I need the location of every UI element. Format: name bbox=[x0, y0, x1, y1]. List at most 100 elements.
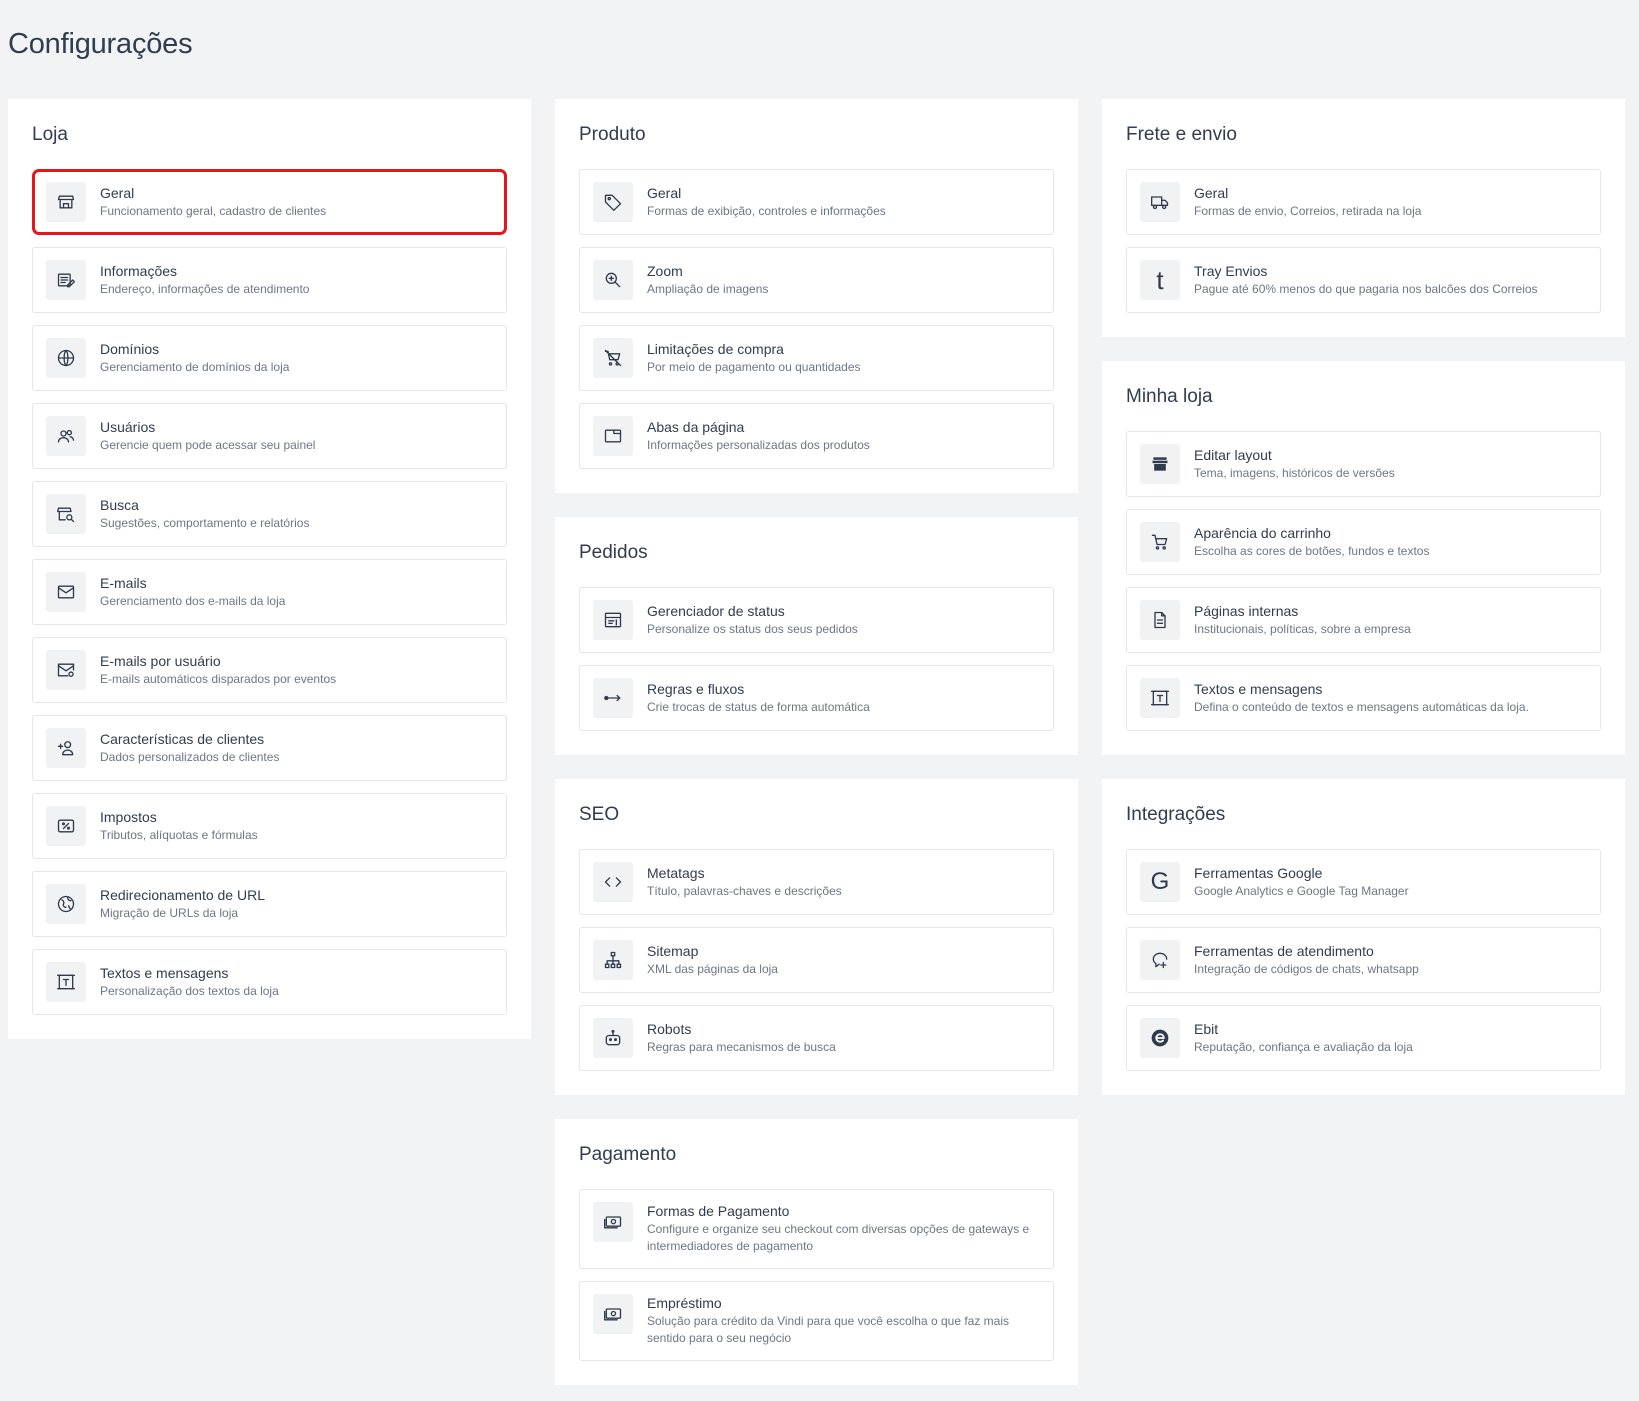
status-icon bbox=[593, 600, 633, 640]
item-label: Domínios bbox=[100, 341, 160, 357]
item-label: Ferramentas Google bbox=[1194, 865, 1323, 881]
settings-list: Metatags Título, palavras-chaves e descri… bbox=[579, 849, 1054, 1071]
item-text: Ebit Reputação, confiança e avaliação da … bbox=[1194, 1020, 1413, 1056]
item-label: Zoom bbox=[647, 263, 683, 279]
item-description: Configure e organize seu checkout com di… bbox=[647, 1222, 1030, 1253]
settings-item-tax[interactable]: Impostos Tributos, alíquotas e fórmulas bbox=[32, 793, 507, 859]
settings-item-tray-logo[interactable]: t Tray Envios Pague até 60% menos do que p… bbox=[1126, 247, 1601, 313]
item-text: Zoom Ampliação de imagens bbox=[647, 262, 768, 298]
item-label: E-mails por usuário bbox=[100, 653, 221, 669]
edit-info-icon bbox=[46, 260, 86, 300]
settings-item-text-frame[interactable]: Textos e mensagens Personalização dos tex… bbox=[32, 949, 507, 1015]
settings-item-truck[interactable]: Geral Formas de envio, Correios, retirada… bbox=[1126, 169, 1601, 235]
settings-list: Geral Formas de envio, Correios, retirada… bbox=[1126, 169, 1601, 313]
zoom-icon bbox=[593, 260, 633, 300]
item-description: Pague até 60% menos do que pagaria nos b… bbox=[1194, 282, 1538, 296]
item-text: Empréstimo Solução para crédito da Vindi … bbox=[647, 1294, 1037, 1347]
item-text: Geral Formas de exibição, controles e inf… bbox=[647, 184, 886, 220]
section-loja: Loja Geral Funcionamento geral, cadastro … bbox=[8, 99, 531, 1039]
icon-glyph: G bbox=[1150, 868, 1170, 895]
item-label: Empréstimo bbox=[647, 1295, 722, 1311]
search-store-icon bbox=[46, 494, 86, 534]
mail-settings-icon bbox=[46, 650, 86, 690]
settings-item-sitemap[interactable]: Sitemap XML das páginas da loja bbox=[579, 927, 1054, 993]
google-icon: G bbox=[1140, 862, 1180, 902]
settings-item-store[interactable]: Geral Funcionamento geral, cadastro de cl… bbox=[32, 169, 507, 235]
store-icon bbox=[46, 182, 86, 222]
storefront-icon bbox=[1140, 444, 1180, 484]
settings-item-flow[interactable]: Regras e fluxos Crie trocas de status de … bbox=[579, 665, 1054, 731]
section-title: SEO bbox=[579, 804, 620, 825]
item-text: Robots Regras para mecanismos de busca bbox=[647, 1020, 836, 1056]
settings-item-search-store[interactable]: Busca Sugestões, comportamento e relatóri… bbox=[32, 481, 507, 547]
settings-item-chat-add[interactable]: Ferramentas de atendimento Integração de … bbox=[1126, 927, 1601, 993]
item-text: Abas da página Informações personalizadas… bbox=[647, 418, 870, 454]
settings-item-user-add[interactable]: Características de clientes Dados persona… bbox=[32, 715, 507, 781]
item-text: Geral Funcionamento geral, cadastro de cl… bbox=[100, 184, 326, 220]
settings-item-storefront[interactable]: Editar layout Tema, imagens, históricos d… bbox=[1126, 431, 1601, 497]
item-description: Funcionamento geral, cadastro de cliente… bbox=[100, 204, 327, 218]
settings-item-zoom[interactable]: Zoom Ampliação de imagens bbox=[579, 247, 1054, 313]
settings-item-cart[interactable]: Aparência do carrinho Escolha as cores de… bbox=[1126, 509, 1601, 575]
item-label: Formas de Pagamento bbox=[647, 1203, 790, 1219]
settings-item-robot[interactable]: Robots Regras para mecanismos de busca bbox=[579, 1005, 1054, 1071]
item-description: Sugestões, comportamento e relatórios bbox=[100, 516, 310, 530]
settings-item-globe[interactable]: Domínios Gerenciamento de domínios da loj… bbox=[32, 325, 507, 391]
column-left: Loja Geral Funcionamento geral, cadastro … bbox=[8, 99, 531, 1063]
item-label: Geral bbox=[647, 185, 682, 201]
settings-item-tab[interactable]: Abas da página Informações personalizadas… bbox=[579, 403, 1054, 469]
item-label: Regras e fluxos bbox=[647, 681, 745, 697]
item-text: Páginas internas Institucionais, política… bbox=[1194, 602, 1411, 638]
settings-item-money[interactable]: Formas de Pagamento Configure e organize … bbox=[579, 1189, 1054, 1269]
settings-item-mail-settings[interactable]: E-mails por usuário E-mails automáticos d… bbox=[32, 637, 507, 703]
item-description: Título, palavras-chaves e descrições bbox=[647, 884, 842, 898]
settings-item-edit-info[interactable]: Informações Endereço, informações de aten… bbox=[32, 247, 507, 313]
item-text: Tray Envios Pague até 60% menos do que pa… bbox=[1194, 262, 1538, 298]
item-description: Regras para mecanismos de busca bbox=[647, 1040, 836, 1054]
tab-icon bbox=[593, 416, 633, 456]
text-frame-icon bbox=[1140, 678, 1180, 718]
settings-item-mail[interactable]: E-mails Gerenciamento dos e-mails da loja bbox=[32, 559, 507, 625]
section-title: Pedidos bbox=[579, 542, 648, 563]
item-description: Ampliação de imagens bbox=[647, 282, 769, 296]
flow-icon bbox=[593, 678, 633, 718]
tray-logo-icon: t bbox=[1140, 260, 1180, 300]
item-label: Textos e mensagens bbox=[1194, 681, 1323, 697]
cart-off-icon bbox=[593, 338, 633, 378]
item-text: E-mails Gerenciamento dos e-mails da loja bbox=[100, 574, 285, 610]
mail-icon bbox=[46, 572, 86, 612]
settings-item-ebit-logo[interactable]: Ebit Reputação, confiança e avaliação da … bbox=[1126, 1005, 1601, 1071]
settings-item-code[interactable]: Metatags Título, palavras-chaves e descri… bbox=[579, 849, 1054, 915]
item-text: Características de clientes Dados persona… bbox=[100, 730, 279, 766]
money-icon bbox=[593, 1294, 633, 1334]
item-description: Personalize os status dos seus pedidos bbox=[647, 622, 858, 636]
sitemap-icon bbox=[593, 940, 633, 980]
section-frete: Frete e envio Geral Formas de envio, Corr… bbox=[1102, 99, 1625, 337]
item-description: XML das páginas da loja bbox=[647, 962, 778, 976]
settings-item-text-frame[interactable]: Textos e mensagens Defina o conteúdo de t… bbox=[1126, 665, 1601, 731]
item-label: Tray Envios bbox=[1194, 263, 1268, 279]
column-middle: Produto Geral Formas de exibição, control… bbox=[555, 99, 1078, 1401]
item-text: Ferramentas Google Google Analytics e Goo… bbox=[1194, 864, 1409, 900]
item-text: Usuários Gerencie quem pode acessar seu p… bbox=[100, 418, 315, 454]
item-text: Impostos Tributos, alíquotas e fórmulas bbox=[100, 808, 258, 844]
item-description: E-mails automáticos disparados por event… bbox=[100, 672, 337, 686]
section-integracoes: Integrações G Ferramentas Google Google An… bbox=[1102, 779, 1625, 1095]
item-text: Editar layout Tema, imagens, históricos d… bbox=[1194, 446, 1395, 482]
settings-item-google[interactable]: G Ferramentas Google Google Analytics e Go… bbox=[1126, 849, 1601, 915]
settings-item-globe-redirect[interactable]: Redirecionamento de URL Migração de URLs … bbox=[32, 871, 507, 937]
settings-item-status[interactable]: Gerenciador de status Personalize os stat… bbox=[579, 587, 1054, 653]
item-text: Gerenciador de status Personalize os stat… bbox=[647, 602, 858, 638]
item-text: Limitações de compra Por meio de pagament… bbox=[647, 340, 861, 376]
settings-item-tag[interactable]: Geral Formas de exibição, controles e inf… bbox=[579, 169, 1054, 235]
section-title: Integrações bbox=[1126, 804, 1226, 825]
settings-item-document[interactable]: Páginas internas Institucionais, política… bbox=[1126, 587, 1601, 653]
settings-item-users[interactable]: Usuários Gerencie quem pode acessar seu p… bbox=[32, 403, 507, 469]
item-description: Crie trocas de status de forma automátic… bbox=[647, 700, 870, 714]
item-label: Textos e mensagens bbox=[100, 965, 229, 981]
settings-item-money[interactable]: Empréstimo Solução para crédito da Vindi … bbox=[579, 1281, 1054, 1361]
users-icon bbox=[46, 416, 86, 456]
item-description: Google Analytics e Google Tag Manager bbox=[1194, 884, 1409, 898]
item-label: Robots bbox=[647, 1021, 692, 1037]
settings-item-cart-off[interactable]: Limitações de compra Por meio de pagament… bbox=[579, 325, 1054, 391]
